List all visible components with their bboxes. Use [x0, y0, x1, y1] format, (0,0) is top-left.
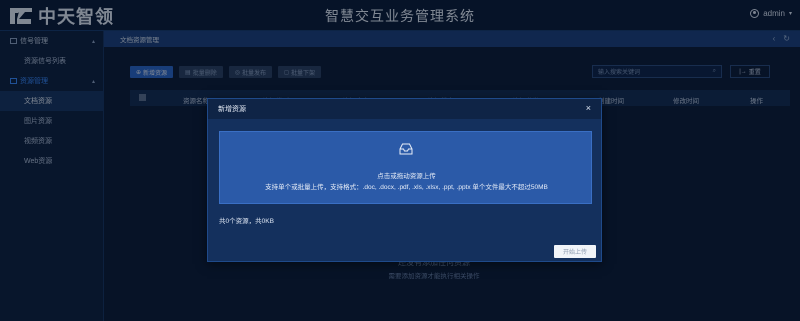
close-icon[interactable]: × — [586, 103, 591, 113]
start-upload-button[interactable]: 开始上传 — [554, 245, 596, 258]
add-resource-modal: 新增资源 × 点击或拖动资源上传 支持单个或批量上传，支持格式：.doc, .d… — [207, 98, 602, 262]
inbox-icon — [399, 142, 413, 155]
dropzone-hint: 支持单个或批量上传，支持格式：.doc, .docx, .pdf, .xls, … — [265, 184, 548, 191]
app-root: 中天智领 智慧交互业务管理系统 admin ▾ 信号管理 ▴ 资源信号列表 资源… — [0, 0, 800, 321]
upload-dropzone[interactable]: 点击或拖动资源上传 支持单个或批量上传，支持格式：.doc, .docx, .p… — [219, 131, 592, 204]
resource-count: 共0个资源，共0KB — [219, 218, 274, 225]
dropzone-title: 点击或拖动资源上传 — [377, 173, 436, 180]
modal-title: 新增资源 — [218, 106, 246, 113]
modal-header: 新增资源 × — [208, 99, 601, 119]
